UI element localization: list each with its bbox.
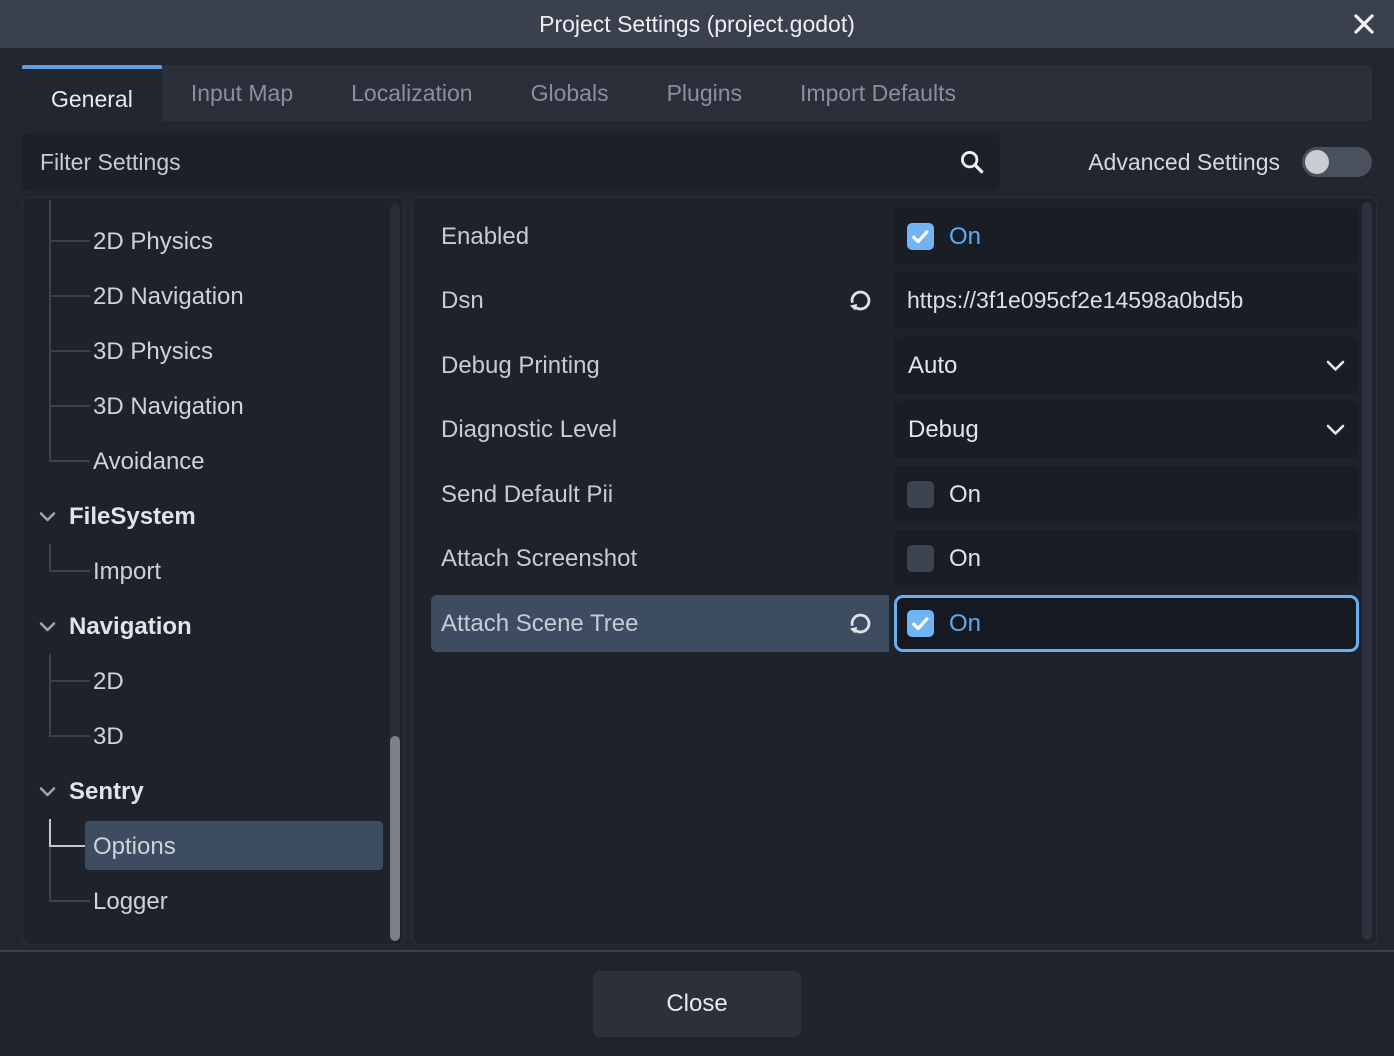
setting-label: Attach Scene Tree — [441, 595, 638, 652]
diagnostic-level-dropdown[interactable]: Debug — [894, 401, 1359, 458]
tree-section-sentry[interactable]: Sentry — [23, 764, 403, 819]
chevron-down-icon[interactable] — [39, 511, 56, 522]
setting-value-box: On — [894, 466, 1359, 523]
tree-item-3d-physics[interactable]: 3D Physics — [23, 324, 403, 379]
chevron-down-icon — [1326, 424, 1345, 436]
tree-item-2d-physics[interactable]: 2D Physics — [23, 214, 403, 269]
setting-value-box: On — [894, 208, 1359, 265]
setting-row-attach-scene-tree: Attach Scene Tree On — [413, 595, 1376, 652]
revert-icon[interactable] — [842, 595, 878, 652]
setting-label: Debug Printing — [441, 337, 600, 394]
tab-bar: General Input Map Localization Globals P… — [22, 65, 1372, 121]
filter-settings-field — [22, 133, 1000, 191]
tree-item-2d-navigation[interactable]: 2D Navigation — [23, 269, 403, 324]
checkbox-state-label: On — [949, 223, 981, 251]
setting-label: Dsn — [441, 272, 484, 329]
setting-label: Diagnostic Level — [441, 401, 617, 458]
settings-scrollbar-track[interactable] — [1362, 202, 1372, 940]
setting-label: Send Default Pii — [441, 466, 613, 523]
search-icon — [958, 148, 986, 176]
close-icon[interactable] — [1350, 10, 1378, 38]
tree-item-3d[interactable]: 3D — [23, 709, 403, 764]
dsn-text-field[interactable]: https://3f1e095cf2e14598a0bd5b — [894, 272, 1359, 329]
checkbox-unchecked[interactable] — [907, 481, 934, 508]
setting-value-box-focused: On — [894, 595, 1359, 652]
setting-label: Attach Screenshot — [441, 530, 637, 587]
setting-row-enabled: Enabled On — [413, 208, 1376, 265]
footer: Close — [0, 952, 1394, 1056]
checkbox-checked[interactable] — [907, 610, 934, 637]
setting-row-dsn: Dsn https://3f1e095cf2e14598a0bd5b — [413, 272, 1376, 329]
filter-settings-input[interactable] — [22, 149, 958, 176]
chevron-down-icon — [1326, 360, 1345, 372]
checkbox-unchecked[interactable] — [907, 545, 934, 572]
chevron-down-icon[interactable] — [39, 786, 56, 797]
tree-item-3d-navigation[interactable]: 3D Navigation — [23, 379, 403, 434]
tree-section-filesystem[interactable]: FileSystem — [23, 489, 403, 544]
advanced-settings-label: Advanced Settings — [1088, 149, 1280, 176]
tab-plugins[interactable]: Plugins — [638, 65, 771, 121]
dsn-value: https://3f1e095cf2e14598a0bd5b — [907, 287, 1243, 314]
setting-value-box: On — [894, 530, 1359, 587]
titlebar: Project Settings (project.godot) — [0, 0, 1394, 48]
debug-printing-dropdown[interactable]: Auto — [894, 337, 1359, 394]
setting-row-attach-screenshot: Attach Screenshot On — [413, 530, 1376, 587]
checkbox-state-label: On — [949, 481, 981, 509]
tab-import-defaults[interactable]: Import Defaults — [771, 65, 985, 121]
tree-item-avoidance[interactable]: Avoidance — [23, 434, 403, 489]
tab-input-map[interactable]: Input Map — [162, 65, 322, 121]
dropdown-value: Debug — [908, 416, 979, 444]
checkbox-state-label: On — [949, 610, 981, 638]
project-settings-dialog: Project Settings (project.godot) General… — [0, 0, 1394, 1056]
checkbox-checked[interactable] — [907, 223, 934, 250]
revert-icon[interactable] — [842, 272, 878, 329]
toggle-knob — [1305, 150, 1329, 174]
tab-globals[interactable]: Globals — [502, 65, 638, 121]
chevron-down-icon[interactable] — [39, 621, 56, 632]
dialog-title: Project Settings (project.godot) — [539, 11, 855, 38]
tree-item-logger[interactable]: Logger — [23, 874, 403, 929]
tree-item-2d[interactable]: 2D — [23, 654, 403, 709]
tab-localization[interactable]: Localization — [322, 65, 501, 121]
settings-tree-panel: 2D Physics 2D Navigation 3D Physics 3D N… — [22, 197, 404, 945]
tab-general[interactable]: General — [22, 65, 162, 129]
advanced-settings-toggle[interactable] — [1302, 147, 1372, 177]
dropdown-value: Auto — [908, 352, 957, 380]
advanced-settings-group: Advanced Settings — [1018, 133, 1372, 191]
settings-values-panel: Enabled On Dsn https://3f1e095cf2e14598a… — [412, 197, 1377, 945]
checkbox-state-label: On — [949, 545, 981, 573]
setting-row-send-default-pii: Send Default Pii On — [413, 466, 1376, 523]
tree-scrollbar-thumb[interactable] — [390, 736, 400, 941]
close-button[interactable]: Close — [593, 971, 801, 1037]
setting-label: Enabled — [441, 208, 529, 265]
setting-row-diagnostic-level: Diagnostic Level Debug — [413, 401, 1376, 458]
setting-row-debug-printing: Debug Printing Auto — [413, 337, 1376, 394]
tree-item-import[interactable]: Import — [23, 544, 403, 599]
tree-section-navigation[interactable]: Navigation — [23, 599, 403, 654]
